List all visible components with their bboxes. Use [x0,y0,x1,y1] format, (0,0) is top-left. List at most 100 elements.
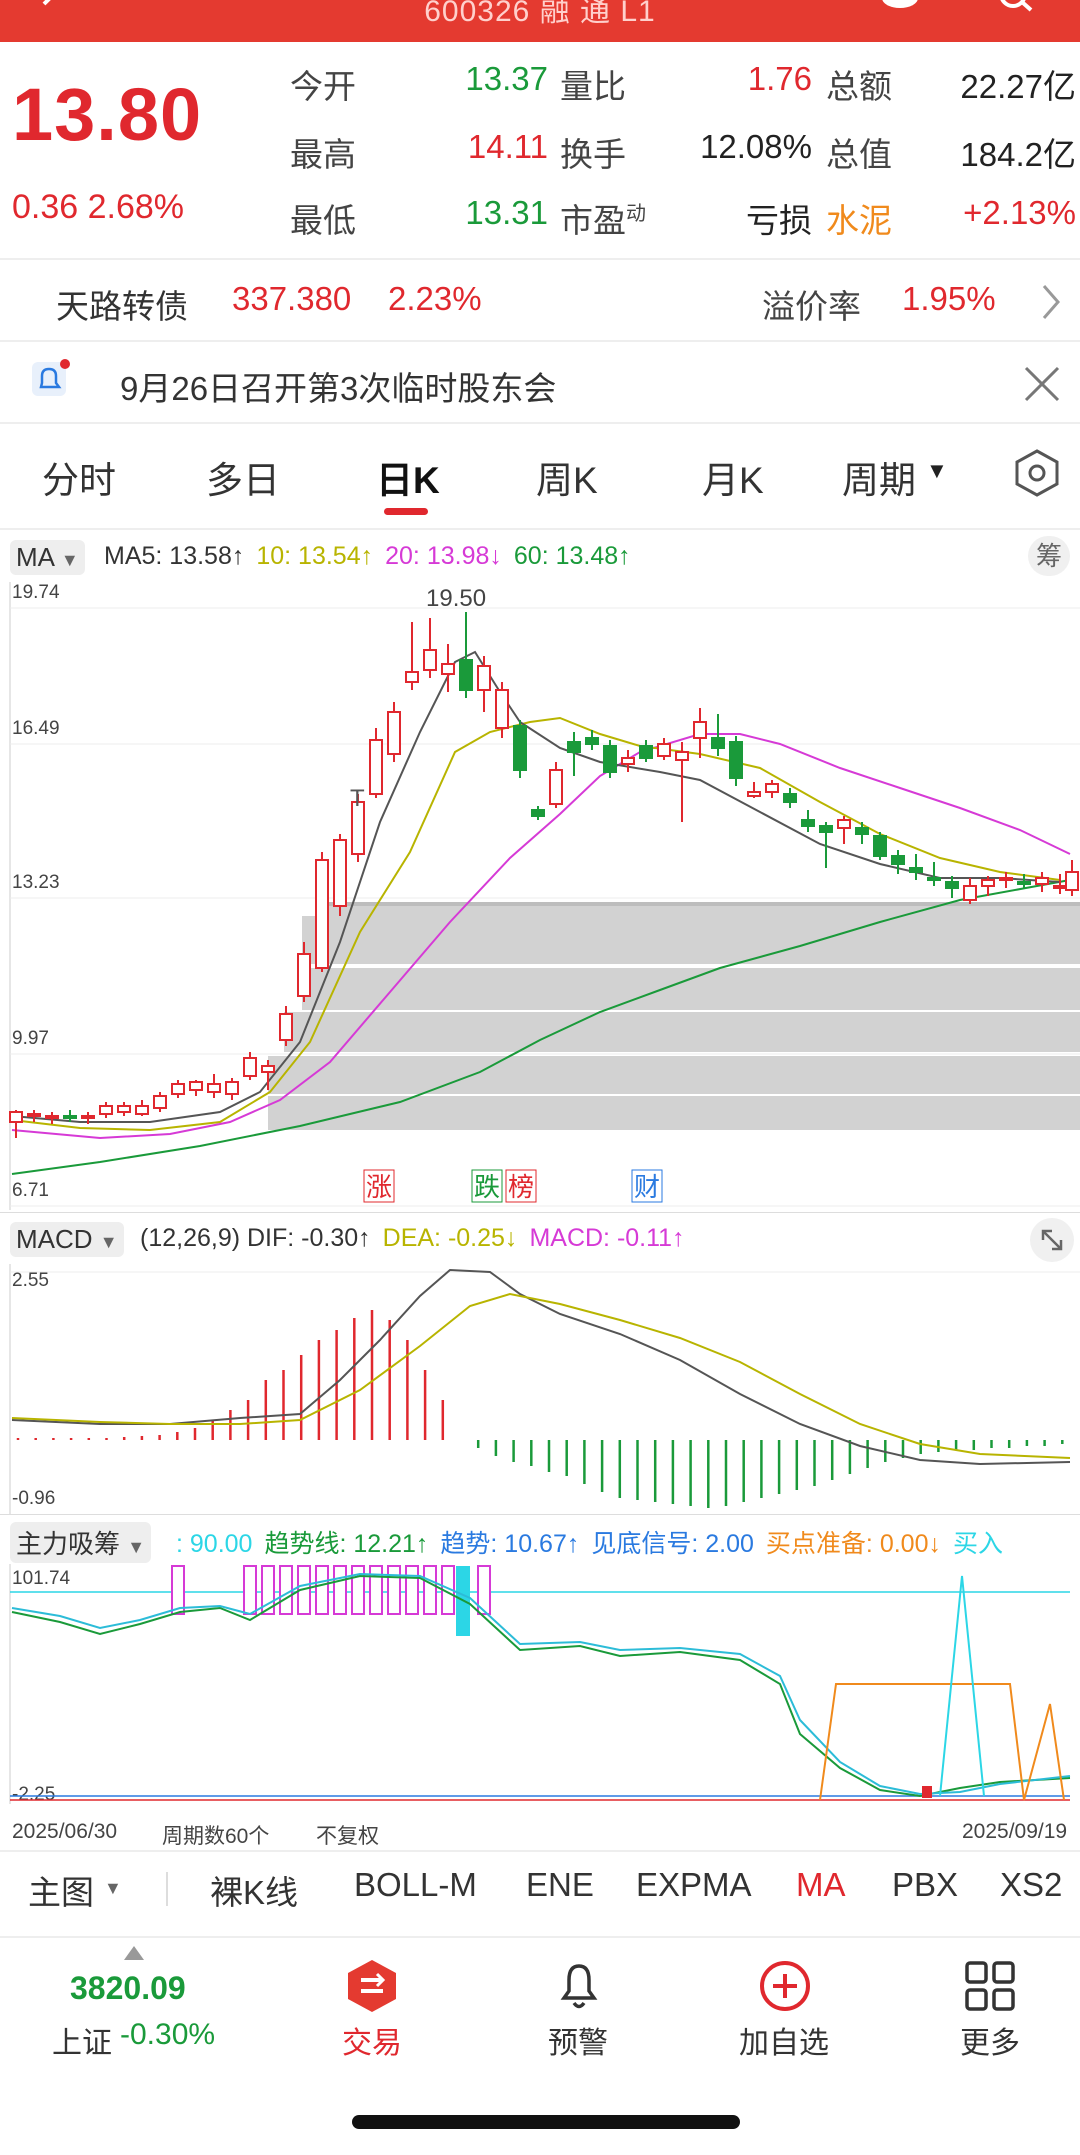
candle-body [495,689,509,729]
tab-5[interactable]: 周期 [842,450,916,504]
divider [0,258,1080,260]
indicator-7[interactable]: XS2 [1000,1866,1062,1904]
divider [0,1850,1080,1852]
candle-body [603,745,617,773]
top-bar: 600326 融 通 L1 [0,0,1080,42]
settings-hexagon-icon[interactable] [1012,448,1062,503]
legend-item: MA5: 13.58↑ [104,542,245,570]
signal-box [387,1565,401,1615]
indicator-6[interactable]: PBX [892,1866,958,1904]
bond-price: 337.380 [232,280,352,317]
candle-body [531,809,545,817]
tab-1[interactable]: 多日 [206,450,280,504]
dropdown-arrow-icon[interactable]: ▼ [926,458,948,484]
triangle-up-icon [124,1946,144,1965]
candle-body [171,1083,185,1095]
expand-icon[interactable] [1030,1218,1074,1262]
stat-label: 今开 [290,68,356,105]
legend-item: 趋势线: 12.21↑ [264,1530,429,1558]
tab-4[interactable]: 月K [702,450,764,504]
bell-icon [30,358,70,405]
back-icon[interactable] [28,0,68,30]
candle-body [549,769,563,805]
chip-button[interactable]: 筹 [1028,536,1070,576]
chevron-right-icon[interactable] [1040,282,1064,327]
event-marker-label: 跌 [474,1172,500,1202]
macd-chart[interactable]: 2.55 -0.96 [0,1264,1080,1514]
candle-body [243,1057,257,1077]
ma-selector[interactable]: MA ▼ [10,540,85,575]
candle-body [1065,871,1079,891]
search-icon[interactable] [995,0,1035,30]
indicator-4[interactable]: EXPMA [636,1866,752,1904]
indicator-3[interactable]: ENE [526,1866,594,1904]
chip-band [268,1056,1080,1094]
avatar-icon[interactable] [880,0,920,30]
chip-band [302,968,1080,1010]
dropdown-arrow-icon[interactable]: ▼ [104,1878,122,1899]
indicator-1[interactable]: 裸K线 [210,1866,298,1914]
last-price: 13.80 [12,73,203,156]
candle-body [819,825,833,833]
y-tick-label: 6.71 [12,1180,49,1201]
kline-chart[interactable]: 19.74 16.49 13.23 9.97 6.71 19.50 T 涨 跌榜 财 [0,582,1080,1212]
stat-value: 亏损 [746,202,812,239]
tab-3[interactable]: 周K [536,450,598,504]
indicator-0[interactable]: 主图 [28,1866,94,1914]
trade-icon[interactable] [346,1958,398,2019]
bell-icon[interactable] [554,1958,604,2019]
indicator-2[interactable]: BOLL-M [354,1866,477,1904]
nav-alert[interactable]: 预警 [498,2018,658,2062]
bottom-nav: 3820.09 上证 -0.30% 交易 预警 加自选 更多 [0,1936,1080,2066]
candle-body [387,711,401,755]
candle-body [981,879,995,887]
nav-add-watchlist[interactable]: 加自选 [704,2018,864,2062]
divider [0,528,1080,530]
zlxc-selector[interactable]: 主力吸筹 ▼ [10,1522,152,1563]
zlxc-chart[interactable]: 101.74 -2.25 [0,1564,1080,1804]
nav-trade[interactable]: 交易 [292,2018,452,2062]
legend-item: 20: 13.98↓ [385,542,502,570]
candle-body [873,835,887,857]
index-value[interactable]: 3820.09 [70,1970,186,2007]
stat-label-sup: 动 [626,203,646,225]
trendline [11,1574,1071,1798]
index-name: 上证 [52,2027,112,2060]
close-icon[interactable] [1022,364,1062,409]
stat-value: 14.11 [467,128,548,165]
stat-label: 量比 [560,68,626,105]
candle-body [99,1105,113,1115]
stat-value: 184.2亿 [960,136,1076,173]
candle-body [135,1105,149,1115]
macd-selector[interactable]: MACD ▼ [10,1222,124,1257]
grid-more-icon[interactable] [964,1958,1016,2019]
y-tick-label: 16.49 [12,718,60,739]
legend-item: 买点准备: 0.00↓ [765,1530,941,1558]
candle-body [765,783,779,793]
notice-text[interactable]: 9月26日召开第3次临时股东会 [120,362,556,410]
premium-label: 溢价率 [762,288,861,325]
event-marker-label: 榜 [508,1172,534,1202]
bond-name[interactable]: 天路转债 [56,280,188,328]
x-axis-adjust[interactable]: 不复权 [316,1820,379,1850]
candle-body [63,1115,77,1119]
stat-value: 22.27亿 [960,68,1076,105]
candle-body [1053,885,1067,889]
divider [0,340,1080,342]
legend-item: 60: 13.48↑ [513,542,631,570]
dif-line [11,1268,1071,1466]
add-watchlist-icon[interactable] [758,1958,812,2019]
tab-2[interactable]: 日K [376,450,440,504]
signal-box [243,1565,257,1615]
candle-body [639,745,653,759]
stat-value: 13.37 [465,60,548,97]
y-tick-label: -2.25 [12,1784,55,1804]
tab-0[interactable]: 分时 [42,450,116,504]
indicator-5[interactable]: MA [796,1866,846,1904]
candle-body [477,665,491,691]
candle-body [783,793,797,803]
candle-body [891,855,905,865]
candle-body [369,739,383,795]
candle-body [423,649,437,671]
nav-more[interactable]: 更多 [910,2018,1070,2062]
